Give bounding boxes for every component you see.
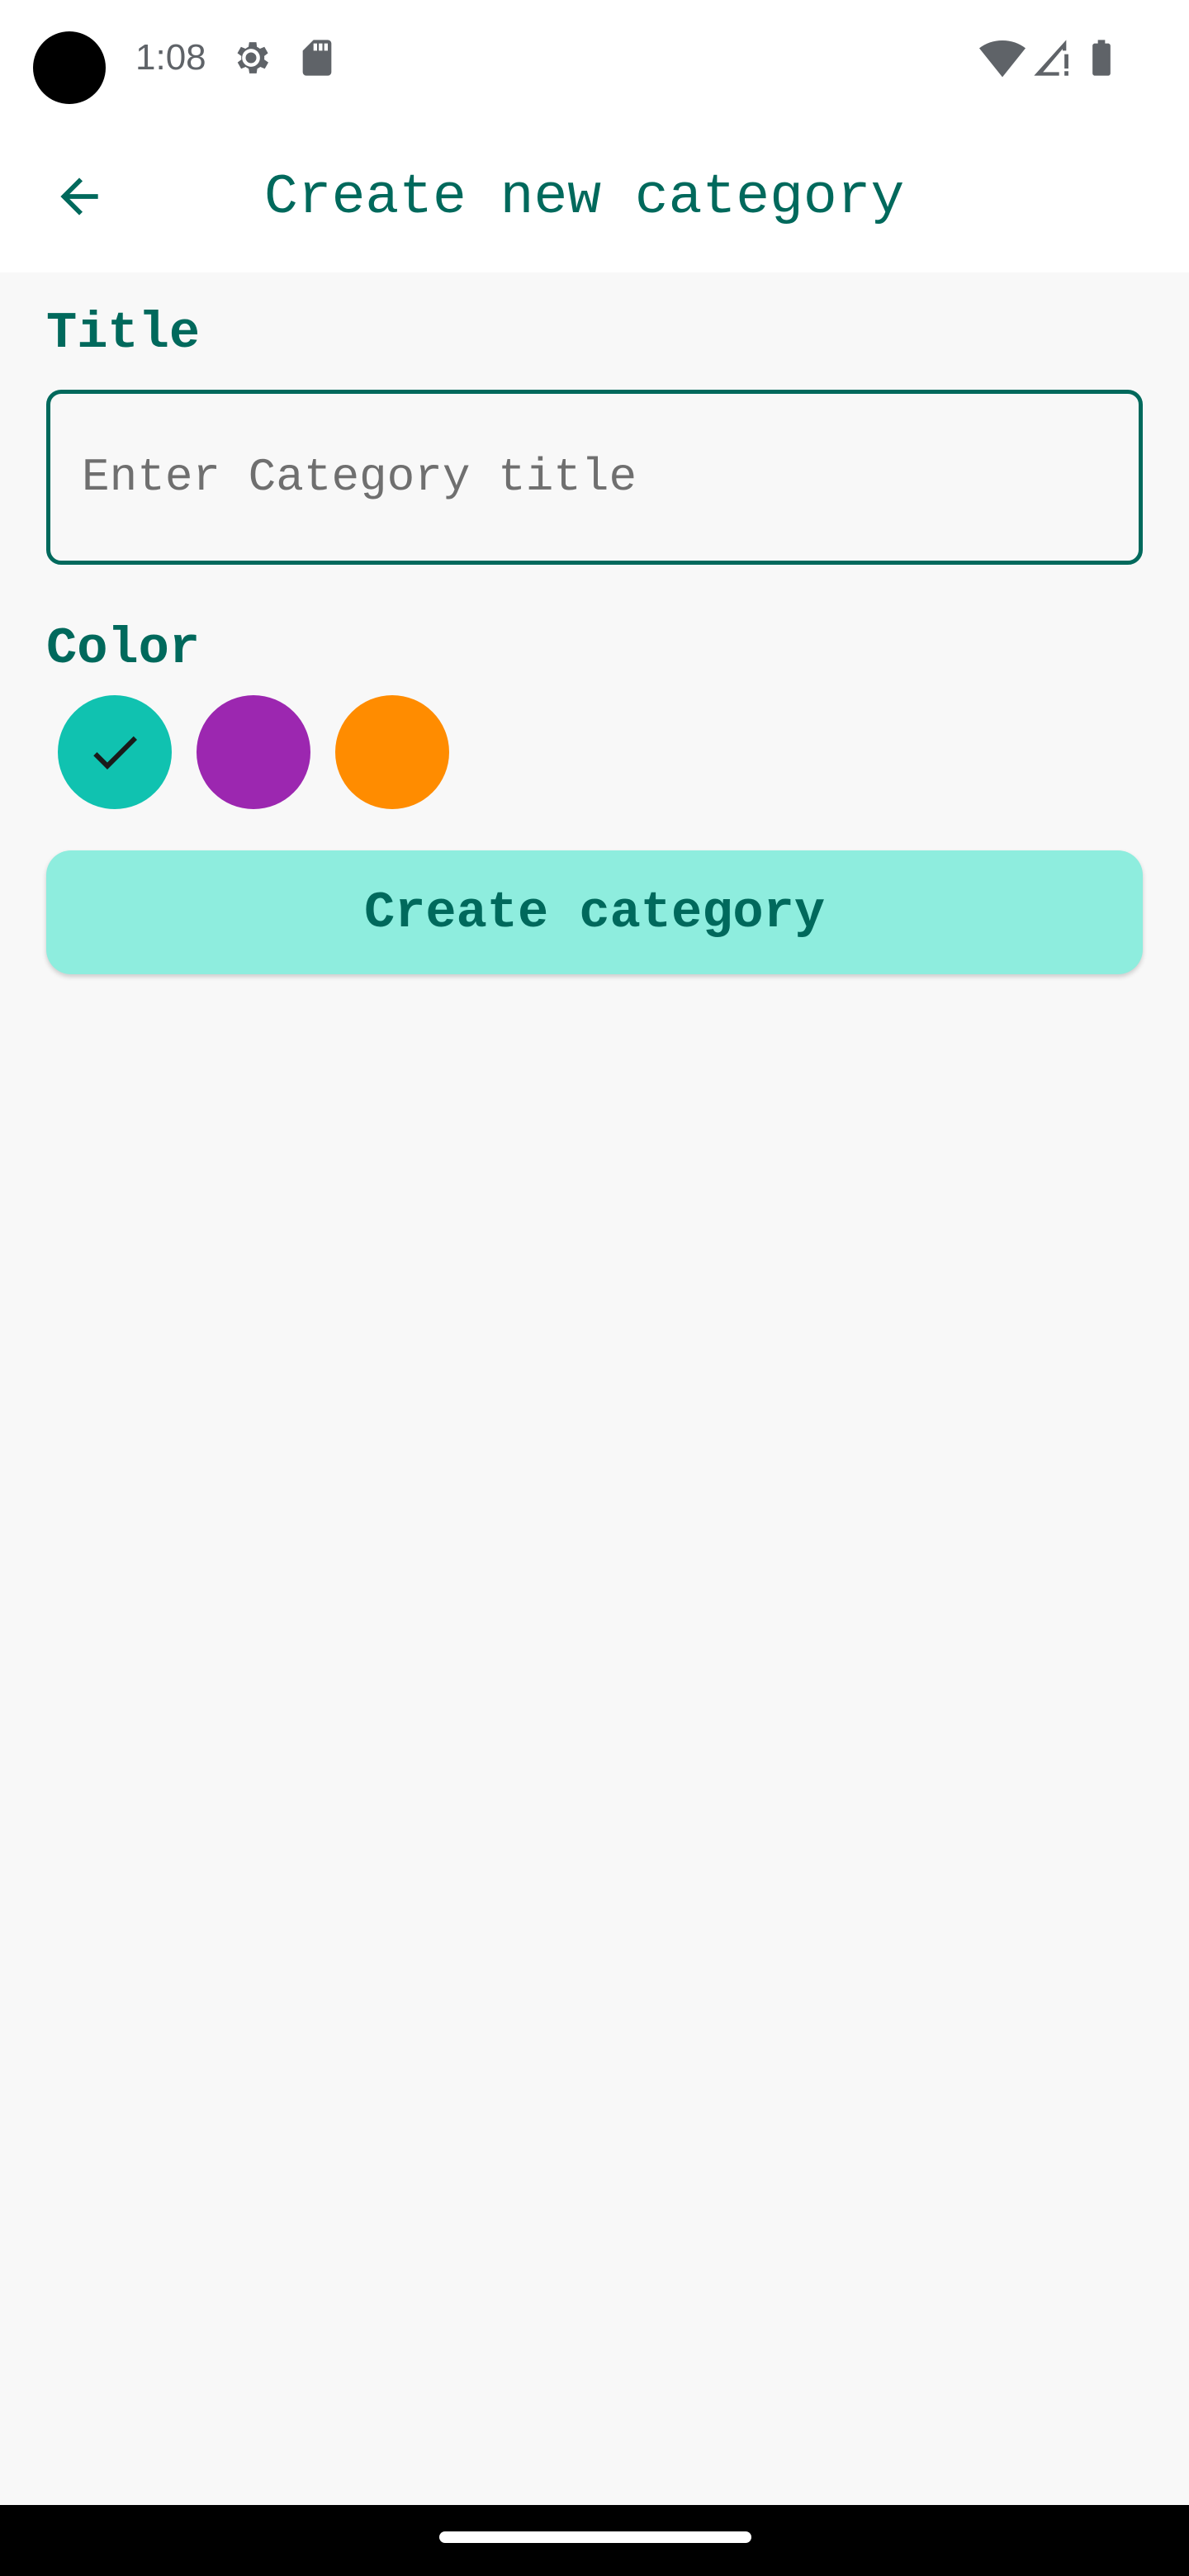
- status-bar: 1:08: [0, 0, 1189, 116]
- back-button[interactable]: [40, 157, 119, 236]
- color-swatch-teal[interactable]: [58, 695, 172, 809]
- home-gesture-handle[interactable]: [439, 2531, 751, 2543]
- wifi-icon: [979, 36, 1026, 79]
- settings-icon: [230, 36, 272, 79]
- app-bar: Create new category: [0, 116, 1189, 272]
- color-swatch-purple[interactable]: [197, 695, 310, 809]
- navigation-bar: [0, 2505, 1189, 2576]
- color-swatch-orange[interactable]: [335, 695, 449, 809]
- title-label: Title: [46, 304, 201, 362]
- camera-cutout: [33, 31, 106, 104]
- arrow-back-icon: [60, 178, 98, 215]
- category-title-input[interactable]: [50, 394, 1139, 561]
- status-time: 1:08: [135, 37, 206, 78]
- title-input-container: [46, 390, 1143, 565]
- check-icon: [93, 736, 137, 769]
- cell-signal-icon: [1030, 36, 1073, 79]
- sd-card-icon: [296, 36, 339, 79]
- battery-icon: [1080, 36, 1123, 79]
- create-category-button[interactable]: Create category: [46, 850, 1143, 974]
- page-title: Create new category: [264, 166, 905, 230]
- color-label: Color: [46, 619, 201, 678]
